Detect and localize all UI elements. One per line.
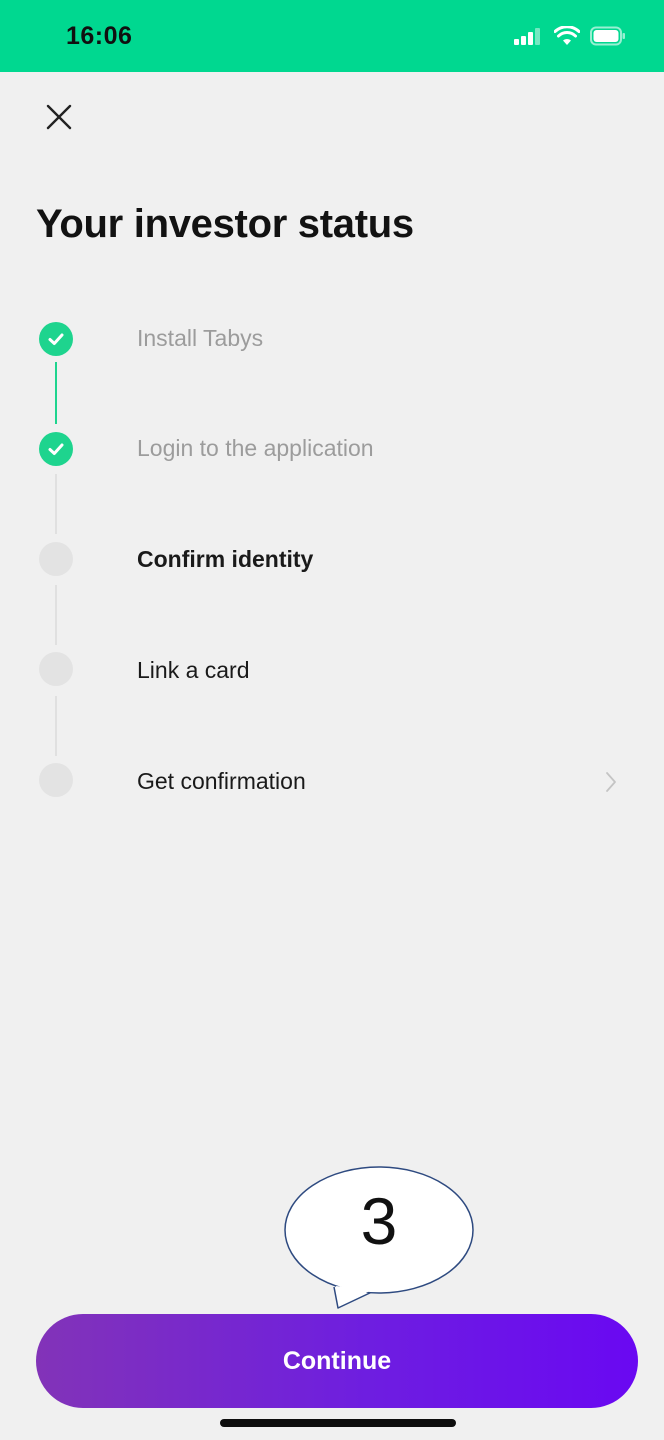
page-title: Your investor status	[36, 202, 414, 246]
step-dot	[39, 542, 73, 576]
step-dot	[39, 652, 73, 686]
chevron-right-icon	[604, 770, 618, 799]
close-icon	[45, 103, 73, 136]
wifi-icon	[553, 25, 581, 51]
cellular-signal-icon	[514, 27, 544, 50]
step-link-card[interactable]: Link a card	[0, 630, 664, 710]
step-label: Confirm identity	[137, 546, 314, 572]
status-icons	[514, 25, 626, 51]
step-get-confirmation[interactable]: Get confirmation	[0, 740, 664, 820]
home-indicator	[220, 1419, 456, 1427]
battery-icon	[590, 26, 626, 51]
step-confirm-identity[interactable]: Confirm identity	[0, 520, 664, 600]
close-button[interactable]	[40, 100, 78, 138]
step-check-icon	[39, 432, 73, 466]
step-label: Get confirmation	[137, 768, 306, 794]
annotation-number: 3	[360, 1184, 398, 1258]
step-install-tabys: Install Tabys	[0, 300, 664, 380]
status-time: 16:06	[66, 22, 133, 50]
step-label: Link a card	[137, 657, 250, 683]
status-bar: 16:06	[0, 0, 664, 72]
step-label: Install Tabys	[137, 325, 264, 351]
step-check-icon	[39, 322, 73, 356]
step-dot	[39, 763, 73, 797]
step-label: Login to the application	[137, 435, 374, 461]
step-login: Login to the application	[0, 410, 664, 490]
continue-button[interactable]: Continue	[36, 1314, 638, 1408]
